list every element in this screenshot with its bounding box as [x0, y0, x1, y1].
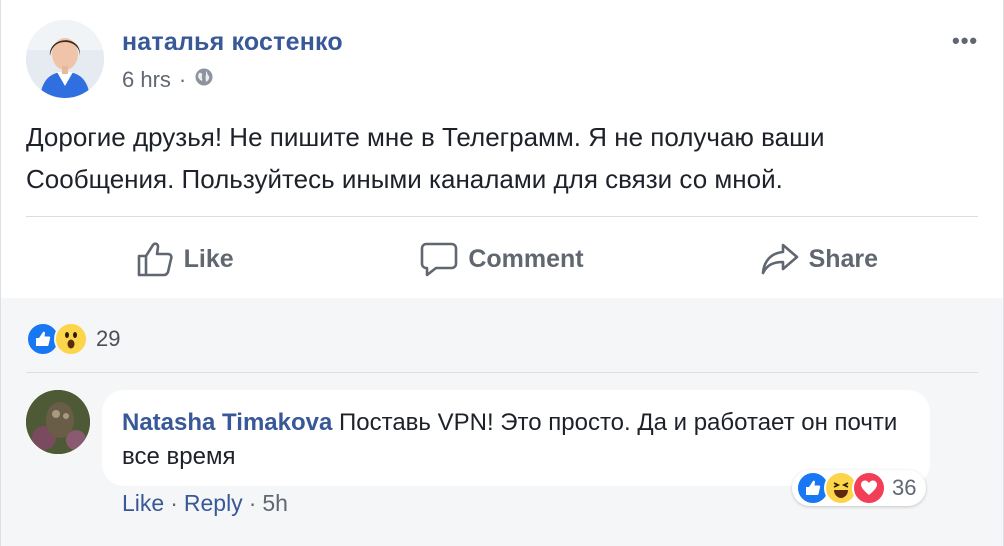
post-author-name[interactable]: наталья костенко — [122, 28, 343, 57]
comment-reactions-count: 36 — [892, 475, 917, 500]
share-arrow-icon — [761, 241, 799, 277]
globe-icon[interactable] — [194, 67, 214, 93]
post-actions: Like Comment Share — [26, 226, 978, 292]
comment-reply-link[interactable]: Reply — [184, 490, 243, 517]
love-reaction-icon — [852, 471, 886, 505]
thumbs-up-icon — [136, 241, 174, 277]
comment-button[interactable]: Comment — [343, 226, 660, 292]
post-reactions-summary[interactable]: 29 — [26, 322, 120, 356]
meta-separator: · — [178, 67, 187, 92]
comment-actions: Like · Reply · 5h — [122, 490, 288, 517]
post-timestamp[interactable]: 6 hrs — [122, 67, 171, 93]
post-divider — [26, 216, 978, 217]
comment-bubble-icon — [420, 241, 458, 277]
comment-reactions[interactable]: 36 — [792, 470, 927, 506]
post-reactions-count: 29 — [96, 326, 121, 351]
commenter-avatar[interactable] — [26, 390, 90, 454]
comment-label: Comment — [468, 244, 584, 273]
share-button[interactable]: Share — [661, 226, 978, 292]
like-label: Like — [183, 244, 234, 273]
share-label: Share — [808, 244, 879, 273]
comments-divider — [26, 372, 978, 373]
comment-actions-separator: · — [170, 490, 178, 516]
more-options-icon[interactable]: ••• — [952, 28, 978, 54]
like-button[interactable]: Like — [26, 226, 343, 292]
post-text: Дорогие друзья! Не пишите мне в Телеграм… — [26, 122, 825, 194]
post-meta: 6 hrs · — [122, 66, 214, 94]
commenter-name[interactable]: Natasha Timakova — [122, 409, 332, 436]
comment-like-link[interactable]: Like — [122, 490, 164, 517]
author-avatar[interactable] — [26, 20, 104, 98]
wow-reaction-icon — [54, 322, 88, 356]
comment-actions-separator: · — [248, 490, 257, 516]
comment-timestamp[interactable]: 5h — [262, 490, 288, 517]
